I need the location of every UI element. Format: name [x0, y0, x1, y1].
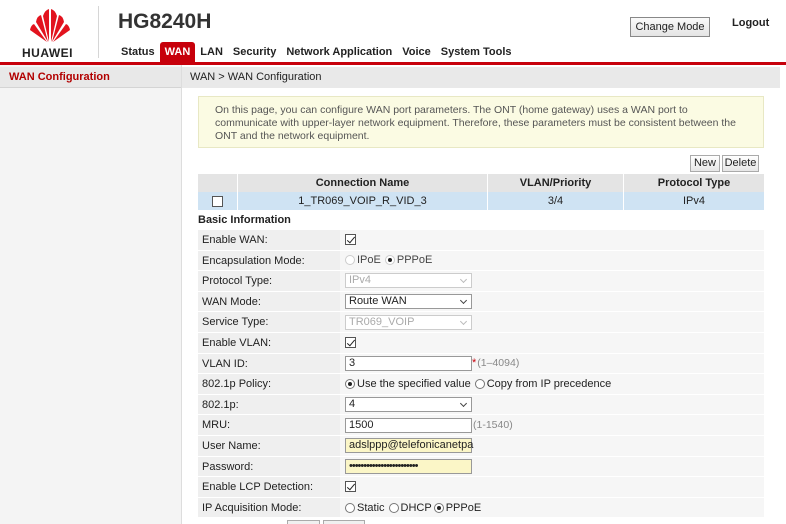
val-8021p-select[interactable]: 4 [345, 397, 472, 413]
nav-tab-lan[interactable]: LAN [195, 42, 228, 62]
protocol-type-header: Protocol Type [657, 177, 731, 189]
form-row-protocol-type: Protocol Type: IPv4 [198, 271, 764, 292]
ip-dhcp-label: DHCP [400, 501, 432, 514]
row-select-cell [198, 192, 238, 210]
form-row-lcp: Enable LCP Detection: [198, 477, 764, 498]
ip-pppoe-label: PPPoE [445, 501, 482, 514]
form-row-service-type: Service Type: TR069_VOIP [198, 312, 764, 333]
encap-ipoe-label: IPoE [357, 254, 381, 267]
mru-hint: (1-1540) [473, 419, 513, 432]
encap-ipoe-radio[interactable] [345, 255, 355, 266]
connection-table: Connection Name VLAN/Priority Protocol T… [198, 174, 764, 210]
protocol-type-cell: IPv4 [682, 195, 705, 207]
header-divider [98, 6, 99, 58]
mru-input[interactable]: 1500 [345, 417, 472, 433]
main-nav: Status WAN LAN Security Network Applicat… [116, 42, 517, 62]
top-header: HUAWEI HG8240H Change Mode Logout Status… [0, 0, 786, 62]
connection-name-header: Connection Name [238, 174, 488, 192]
form-row-mru: MRU: 1500 (1-1540) [198, 415, 764, 436]
cancel-button-partial[interactable] [323, 520, 365, 524]
new-button[interactable]: New [690, 155, 720, 172]
nav-tab-status[interactable]: Status [116, 42, 160, 62]
form-row-enable-wan: Enable WAN: [198, 230, 764, 251]
wan-mode-label: WAN Mode: [198, 291, 340, 312]
nav-tab-security[interactable]: Security [228, 42, 281, 62]
password-input[interactable]: •••••••••••••••••••••••• [345, 458, 472, 474]
policy-specified-label: Use the specified value [357, 377, 471, 390]
enable-wan-label: Enable WAN: [198, 230, 340, 250]
wan-form: Enable WAN: Encapsulation Mode: IPoE PPP… [198, 230, 764, 519]
protocol-type-label: Protocol Type: [198, 271, 340, 291]
wan-mode-select[interactable]: Route WAN [345, 294, 472, 310]
huawei-petal-icon [30, 9, 70, 42]
encapsulation-label: Encapsulation Mode: [198, 250, 340, 271]
enable-vlan-label: Enable VLAN: [198, 332, 340, 353]
val-8021p-label: 802.1p: [198, 394, 340, 415]
form-row-8021p-policy: 802.1p Policy: Use the specified value C… [198, 374, 764, 395]
password-label: Password: [198, 456, 340, 477]
ip-static-radio[interactable] [345, 502, 355, 513]
logout-link[interactable]: Logout [732, 17, 769, 29]
form-row-encapsulation: Encapsulation Mode: IPoE PPPoE [198, 250, 764, 272]
policy-specified-radio[interactable] [345, 378, 355, 389]
ip-pppoe-radio[interactable] [433, 502, 444, 513]
brand-name: HUAWEI [22, 46, 73, 60]
encap-pppoe-label: PPPoE [396, 254, 433, 267]
ip-static-label: Static [357, 501, 385, 514]
vlan-priority-header: VLAN/Priority [488, 174, 624, 192]
policy-8021p-label: 802.1p Policy: [198, 374, 340, 394]
select-column-header [198, 174, 238, 192]
ip-acquisition-label: IP Acquisition Mode: [198, 497, 340, 518]
encap-pppoe-radio[interactable] [384, 255, 395, 266]
form-row-8021p: 802.1p: 4 [198, 394, 764, 416]
delete-button[interactable]: Delete [722, 155, 759, 172]
lcp-label: Enable LCP Detection: [198, 477, 340, 497]
ip-dhcp-radio[interactable] [388, 502, 399, 513]
form-row-ip-acquisition: IP Acquisition Mode: Static DHCP PPPoE [198, 497, 764, 519]
nav-tab-system-tools[interactable]: System Tools [436, 42, 517, 62]
enable-vlan-checkbox[interactable] [345, 337, 356, 349]
service-type-select[interactable]: TR069_VOIP [345, 314, 472, 330]
username-label: User Name: [198, 435, 340, 456]
service-type-label: Service Type: [198, 312, 340, 332]
vlan-id-label: VLAN ID: [198, 353, 340, 374]
policy-copy-label: Copy from IP precedence [486, 377, 612, 390]
protocol-type-select[interactable]: IPv4 [345, 273, 472, 289]
vlan-id-hint: (1–4094) [477, 357, 520, 370]
mru-label: MRU: [198, 415, 340, 435]
enable-wan-checkbox[interactable] [345, 234, 356, 246]
row-checkbox[interactable] [212, 195, 223, 207]
form-row-vlan-id: VLAN ID: 3 * (1–4094) [198, 353, 764, 375]
connection-name-cell: 1_TR069_VOIP_R_VID_3 [238, 192, 488, 210]
change-mode-button[interactable]: Change Mode [630, 17, 710, 37]
required-mark: * [472, 357, 477, 370]
table-row[interactable]: 1_TR069_VOIP_R_VID_3 3/4 IPv4 [198, 192, 764, 210]
device-model: HG8240H [118, 10, 212, 33]
nav-tab-voice[interactable]: Voice [397, 42, 436, 62]
vlan-id-input[interactable]: 3 [345, 355, 472, 371]
apply-button-partial[interactable] [287, 520, 320, 524]
form-row-enable-vlan: Enable VLAN: [198, 332, 764, 354]
form-row-username: User Name: adslppp@telefonicanetpa [198, 435, 764, 457]
section-title: Basic Information [198, 214, 291, 226]
lcp-checkbox[interactable] [345, 481, 356, 493]
form-row-password: Password: •••••••••••••••••••••••• [198, 456, 764, 478]
form-row-wan-mode: WAN Mode: Route WAN [198, 291, 764, 313]
vlan-priority-cell: 3/4 [488, 192, 624, 210]
policy-copy-radio[interactable] [474, 378, 485, 389]
nav-tab-wan[interactable]: WAN [159, 42, 196, 62]
breadcrumb: WAN > WAN Configuration [182, 67, 780, 88]
huawei-logo: HUAWEI [20, 8, 80, 62]
username-input[interactable]: adslppp@telefonicanetpa [345, 438, 473, 454]
sidebar: WAN Configuration [0, 65, 182, 524]
page-notice: On this page, you can configure WAN port… [198, 96, 764, 148]
sidebar-item-wan-configuration[interactable]: WAN Configuration [0, 67, 181, 88]
nav-tab-network-application[interactable]: Network Application [281, 42, 397, 62]
connection-table-header: Connection Name VLAN/Priority Protocol T… [198, 174, 764, 192]
